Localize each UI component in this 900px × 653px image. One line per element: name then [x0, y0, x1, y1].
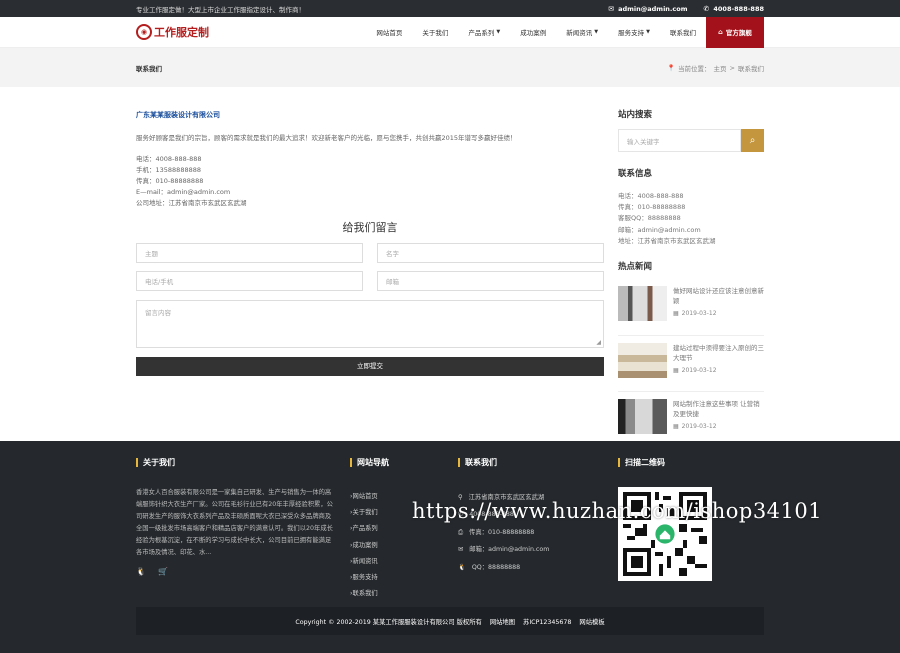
- breadcrumb-home[interactable]: 主页: [714, 63, 727, 73]
- hot-news-list: 做好网站设计还应该注意创意新颖 ▦ 2019-03-12 建站过程中须得要注入原创…: [618, 286, 764, 440]
- main-content: 广东某某服装设计有限公司 服务好顾客是我们的宗旨，顾客的需求就是我们的最大追求！…: [136, 104, 604, 376]
- mail-icon: ✉: [458, 546, 464, 554]
- footer-contact-item: ✉ 邮箱：admin@admin.com: [458, 541, 549, 558]
- logo-icon: ◉: [136, 24, 152, 40]
- nav-news[interactable]: 新闻资讯 ▼: [556, 17, 608, 48]
- company-description: 服务好顾客是我们的宗旨，顾客的需求就是我们的最大追求！欢迎新老客户的光临，愿与您…: [136, 134, 517, 142]
- hot-news-title: 热点新闻: [618, 262, 653, 273]
- qq-icon: 🐧: [458, 563, 466, 571]
- resize-handle-icon[interactable]: ◢: [596, 339, 601, 346]
- calendar-icon: ▦: [673, 423, 679, 431]
- nav-contact[interactable]: 联系我们: [660, 17, 706, 48]
- form-title: 给我们留言: [342, 221, 398, 234]
- company-name: 广东某某服装设计有限公司: [136, 111, 220, 119]
- footer-contact-title: 联系我们: [458, 458, 549, 467]
- breadcrumb-band: 联系我们 📍 当前位置： 主页 > 联系我们: [0, 48, 900, 87]
- news-thumbnail[interactable]: [618, 343, 667, 379]
- tagline: 专业工作服定做！大型上市企业工作服指定设计、制作商！: [136, 5, 305, 14]
- footer-nav-title: 网站导航: [350, 458, 389, 467]
- news-title[interactable]: 建站过程中须得要注入原创的三大理节: [673, 343, 764, 363]
- footer-about-text: 香港女人百合服装有限公司是一家集自己研发、生产与销售为一体的高端服饰针织大衣生产…: [136, 489, 333, 556]
- top-phone: ✆ 4008-888-888: [703, 4, 765, 13]
- icp-link[interactable]: 苏ICP12345678: [523, 617, 571, 626]
- search-input[interactable]: 输入关键字: [618, 129, 741, 152]
- submit-button[interactable]: 立即提交: [136, 357, 604, 376]
- phone-icon: ✆: [703, 4, 710, 13]
- news-thumbnail[interactable]: [618, 286, 667, 322]
- copyright-bar: Copyright © 2002-2019 某某工作服服装设计有限公司 版权所有…: [136, 607, 764, 635]
- footer-nav-link[interactable]: ›关于我们: [350, 505, 389, 521]
- news-item[interactable]: 做好网站设计还应该注意创意新颖 ▦ 2019-03-12: [618, 286, 764, 328]
- site-header: ◉ 工作服定制 网站首页 关于我们 产品系列 ▼ 成功案例 新闻资讯 ▼ 服务支持 ▼…: [0, 16, 900, 48]
- contact-info: 电话：4008-888-888 传真：010-88888888 客服QQ：888…: [618, 192, 716, 245]
- calendar-icon: ▦: [673, 310, 679, 318]
- footer-nav-link[interactable]: ›新闻资讯: [350, 554, 389, 570]
- footer-nav-link[interactable]: ›成功案例: [350, 538, 389, 554]
- caret-down-icon: ▼: [646, 29, 650, 35]
- footer-about-title: 关于我们: [136, 458, 336, 467]
- footer-nav-link[interactable]: ›联系我们: [350, 586, 389, 602]
- news-title[interactable]: 网站制作注意这些事项 让营销及更快捷: [673, 399, 764, 419]
- qq-icon[interactable]: 🐧: [136, 567, 146, 576]
- sitemap-link[interactable]: 网站地图: [490, 617, 515, 626]
- logo[interactable]: ◉ 工作服定制: [136, 24, 209, 40]
- calendar-icon: ▦: [673, 367, 679, 375]
- message-textarea[interactable]: 留言内容 ◢: [136, 300, 604, 348]
- flagship-store-button[interactable]: ⌂ 官方旗舰: [706, 16, 764, 48]
- map-marker-icon: 📍: [666, 63, 676, 72]
- footer-qr-title: 扫描二维码: [618, 458, 712, 467]
- caret-down-icon: ▼: [594, 29, 599, 35]
- email-input[interactable]: 邮箱: [377, 271, 604, 291]
- copyright-text: Copyright © 2002-2019 某某工作服服装设计有限公司 版权所有: [295, 618, 482, 626]
- news-date: 2019-03-12: [681, 423, 717, 431]
- news-title[interactable]: 做好网站设计还应该注意创意新颖: [673, 286, 764, 306]
- search-button[interactable]: ⌕: [741, 129, 764, 152]
- page-title: 联系我们: [136, 64, 162, 73]
- mail-icon: ✉: [608, 4, 615, 13]
- name-input[interactable]: 名字: [377, 243, 604, 263]
- nav-service[interactable]: 服务支持 ▼: [608, 17, 660, 48]
- breadcrumb-current[interactable]: 联系我们: [738, 63, 764, 73]
- template-link[interactable]: 网站模板: [579, 617, 604, 626]
- fax-icon: ⎙: [458, 528, 464, 536]
- phone-input[interactable]: 电话/手机: [136, 271, 363, 291]
- contact-info-title: 联系信息: [618, 169, 653, 179]
- top-email[interactable]: ✉ admin@admin.com: [608, 5, 687, 13]
- top-bar: 专业工作服定做！大型上市企业工作服指定设计、制作商！ ✉ admin@admin.…: [0, 0, 900, 17]
- news-thumbnail[interactable]: [618, 399, 667, 435]
- nav-products[interactable]: 产品系列 ▼: [458, 17, 510, 48]
- caret-down-icon: ▼: [496, 29, 501, 35]
- subject-input[interactable]: 主题: [136, 243, 363, 263]
- footer-contact-item: 🐧 QQ：88888888: [458, 559, 549, 576]
- nav-cases[interactable]: 成功案例: [510, 17, 556, 48]
- main-nav: 网站首页 关于我们 产品系列 ▼ 成功案例 新闻资讯 ▼ 服务支持 ▼ 联系我们 ⌂ 官…: [366, 16, 900, 48]
- search-title: 站内搜索: [618, 110, 653, 120]
- news-item[interactable]: 网站制作注意这些事项 让营销及更快捷 ▦ 2019-03-12: [618, 391, 764, 440]
- news-date: 2019-03-12: [681, 367, 717, 375]
- nav-about[interactable]: 关于我们: [412, 17, 458, 48]
- footer-nav-link[interactable]: ›网站首页: [350, 489, 389, 505]
- breadcrumb: 📍 当前位置： 主页 > 联系我们: [666, 63, 764, 73]
- search-icon: ⌕: [749, 135, 756, 146]
- site-search: 输入关键字 ⌕: [618, 129, 764, 152]
- footer-nav-link[interactable]: ›产品系列: [350, 521, 389, 537]
- footer-nav: 网站导航 ›网站首页 ›关于我们 ›产品系列 ›成功案例 ›新闻资讯 ›服务支持…: [350, 458, 389, 602]
- news-date: 2019-03-12: [681, 310, 717, 318]
- store-icon: ⌂: [718, 28, 723, 36]
- cart-icon[interactable]: 🛒: [158, 567, 168, 576]
- watermark-text: https://www.huzhan.com/ishop34101: [412, 499, 823, 523]
- news-item[interactable]: 建站过程中须得要注入原创的三大理节 ▦ 2019-03-12: [618, 335, 764, 384]
- site-footer: 关于我们 香港女人百合服装有限公司是一家集自己研发、生产与销售为一体的高端服饰针…: [0, 441, 900, 653]
- logo-text: 工作服定制: [154, 26, 209, 39]
- footer-contact-item: ⎙ 传真：010-88888888: [458, 524, 549, 541]
- footer-about: 关于我们 香港女人百合服装有限公司是一家集自己研发、生产与销售为一体的高端服饰针…: [136, 458, 336, 576]
- footer-nav-link[interactable]: ›服务支持: [350, 570, 389, 586]
- sidebar: 站内搜索 输入关键字 ⌕ 联系信息 电话：4008-888-888 传真：010…: [618, 104, 764, 447]
- nav-home[interactable]: 网站首页: [366, 17, 412, 48]
- contact-details: 电话：4008-888-888 手机：13588888888 传真：010-88…: [136, 155, 247, 207]
